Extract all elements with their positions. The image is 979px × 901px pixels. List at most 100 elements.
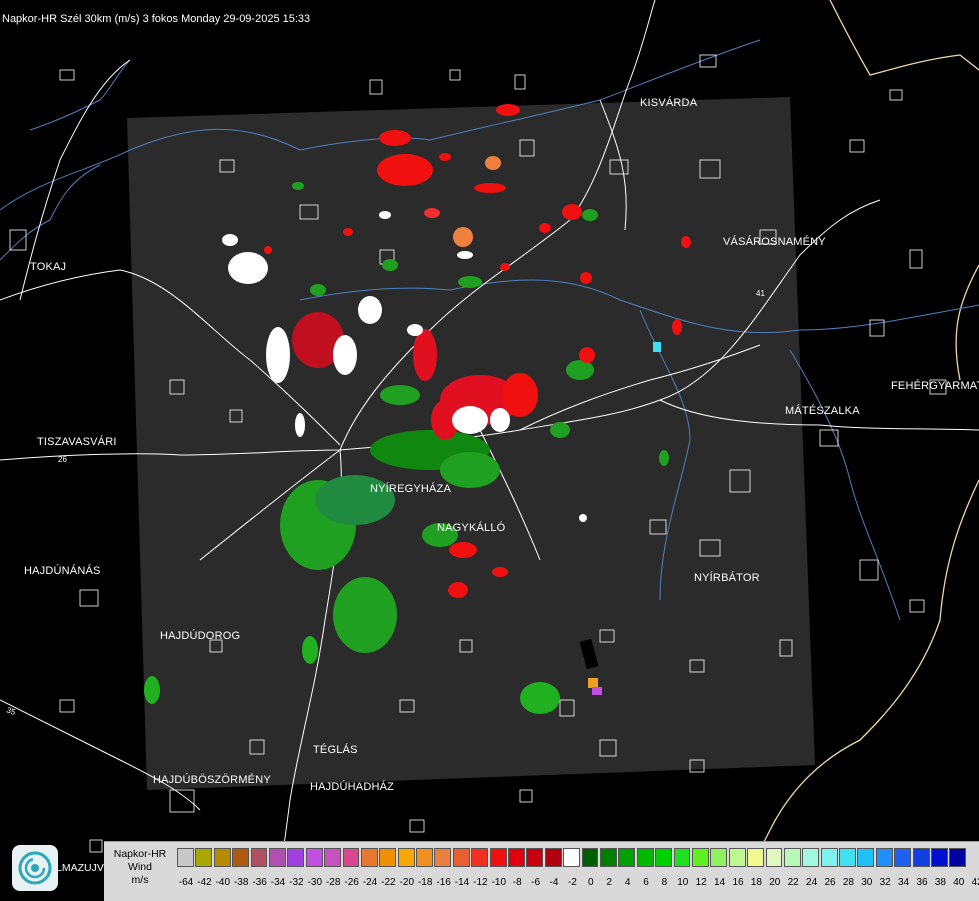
legend-label: 8: [661, 877, 668, 888]
legend-swatch: [599, 848, 617, 867]
legend-swatch: [544, 848, 562, 867]
legend-swatch: [232, 848, 250, 867]
legend-label: -28: [325, 877, 341, 888]
legend-label: 22: [787, 877, 799, 888]
wind-legend: Napkor-HR Wind m/s -64 -42 -40 -38 -36 -34 -32…: [104, 841, 979, 901]
legend-label: 32: [879, 877, 891, 888]
legend-label: -24: [362, 877, 378, 888]
legend-label: 2: [606, 877, 612, 888]
legend-label: -6: [531, 877, 541, 888]
legend-label: -4: [549, 877, 559, 888]
legend-label: -64: [178, 877, 194, 888]
echo-orange: [588, 678, 598, 688]
legend-swatch: [177, 848, 194, 867]
legend-label: -16: [436, 877, 451, 888]
legend-label: 36: [916, 877, 928, 888]
legend-label: -2: [567, 877, 577, 888]
road-number-41: 41: [756, 289, 765, 298]
road-number-35: 35: [5, 705, 17, 717]
legend-swatch: [783, 848, 801, 867]
legend-swatch: [563, 848, 581, 867]
city-label-tokaj: TOKAJ: [30, 261, 67, 273]
legend-label: -18: [417, 877, 433, 888]
legend-swatch: [508, 848, 525, 867]
legend-label: 42: [971, 877, 979, 888]
legend-swatch: [894, 848, 912, 867]
legend-label: 26: [824, 877, 836, 888]
legend-label: -32: [289, 877, 304, 888]
legend-label: 4: [624, 877, 631, 888]
legend-swatch: [728, 848, 746, 867]
legend-swatch: [655, 848, 673, 867]
legend-swatch: [581, 848, 599, 867]
city-label-nyiregyhaza: NYÍREGYHÁZA: [370, 483, 452, 495]
napkor-logo: [12, 845, 58, 891]
legend-swatch: [710, 848, 728, 867]
legend-label: -34: [270, 877, 286, 888]
legend-label: -22: [381, 877, 396, 888]
city-label-fehergyarmat: FEHÉRGYARMAT: [891, 380, 979, 392]
legend-label: 30: [861, 877, 873, 888]
legend-swatch: [471, 848, 489, 867]
legend-label: -20: [399, 877, 415, 888]
legend-swatch: [636, 848, 654, 867]
city-label-vasarosnameny: VÁSÁROSNAMÉNY: [723, 236, 826, 248]
legend-swatch: [452, 848, 470, 867]
legend-line-2: Wind: [128, 861, 152, 873]
swirl-icon: [18, 851, 52, 885]
legend-swatch: [379, 848, 397, 867]
legend-label: 20: [769, 877, 781, 888]
city-label-mateszalka: MÁTÉSZALKA: [785, 405, 860, 417]
legend-line-3: m/s: [131, 874, 149, 886]
legend-label: -40: [215, 877, 231, 888]
city-label-hajduboszormeny: HAJDÚBÖSZÖRMÉNY: [153, 774, 271, 786]
legend-swatch: [397, 848, 415, 867]
legend-swatch: [912, 848, 930, 867]
city-label-tiszavasvari: TISZAVASVÁRI: [37, 436, 117, 448]
legend-swatch: [324, 848, 342, 867]
legend-swatch: [691, 848, 709, 867]
legend-swatch: [342, 848, 360, 867]
radar-map: 26 35 41: [0, 0, 979, 900]
legend-label: 10: [677, 877, 689, 888]
legend-swatch: [526, 848, 544, 867]
legend-swatch: [287, 848, 305, 867]
legend-label: -30: [307, 877, 323, 888]
legend-label: 28: [842, 877, 854, 888]
legend-swatch: [673, 848, 691, 867]
legend-swatch: [839, 848, 856, 867]
legend-swatch: [489, 848, 507, 867]
legend-swatch: [931, 848, 948, 867]
legend-label: 40: [953, 877, 965, 888]
legend-label: 6: [643, 877, 649, 888]
city-label-nyirbator: NYÍRBÁTOR: [694, 572, 760, 584]
legend-swatch: [875, 848, 893, 867]
legend-line-1: Napkor-HR: [113, 848, 167, 860]
city-label-hajduhadhaz: HAJDÚHADHÁZ: [310, 781, 395, 793]
legend-swatch: [434, 848, 452, 867]
road-number-26: 26: [58, 455, 67, 464]
legend-label: 14: [714, 877, 726, 888]
legend-swatch: [416, 848, 433, 867]
legend-label: -38: [233, 877, 249, 888]
legend-label: 38: [934, 877, 946, 888]
legend-swatch: [268, 848, 286, 867]
legend-label: -8: [512, 877, 522, 888]
city-label-nagykallo: NAGYKÁLLÓ: [437, 522, 506, 534]
city-label-teglas: TÉGLÁS: [313, 744, 358, 756]
legend-swatch: [802, 848, 820, 867]
legend-label: -10: [491, 877, 507, 888]
legend-swatch: [195, 848, 213, 867]
legend-swatch: [250, 848, 268, 867]
legend-label: 16: [732, 877, 744, 888]
legend-swatches: [177, 848, 968, 869]
legend-label: 18: [750, 877, 762, 888]
legend-title: Napkor-HR Wind m/s: [104, 842, 176, 887]
legend-label: 24: [806, 877, 818, 888]
legend-label: 12: [695, 877, 707, 888]
legend-label: 34: [898, 877, 910, 888]
legend-swatch: [747, 848, 764, 867]
legend-swatch: [360, 848, 378, 867]
legend-swatch: [820, 848, 838, 867]
legend-label: -26: [344, 877, 359, 888]
